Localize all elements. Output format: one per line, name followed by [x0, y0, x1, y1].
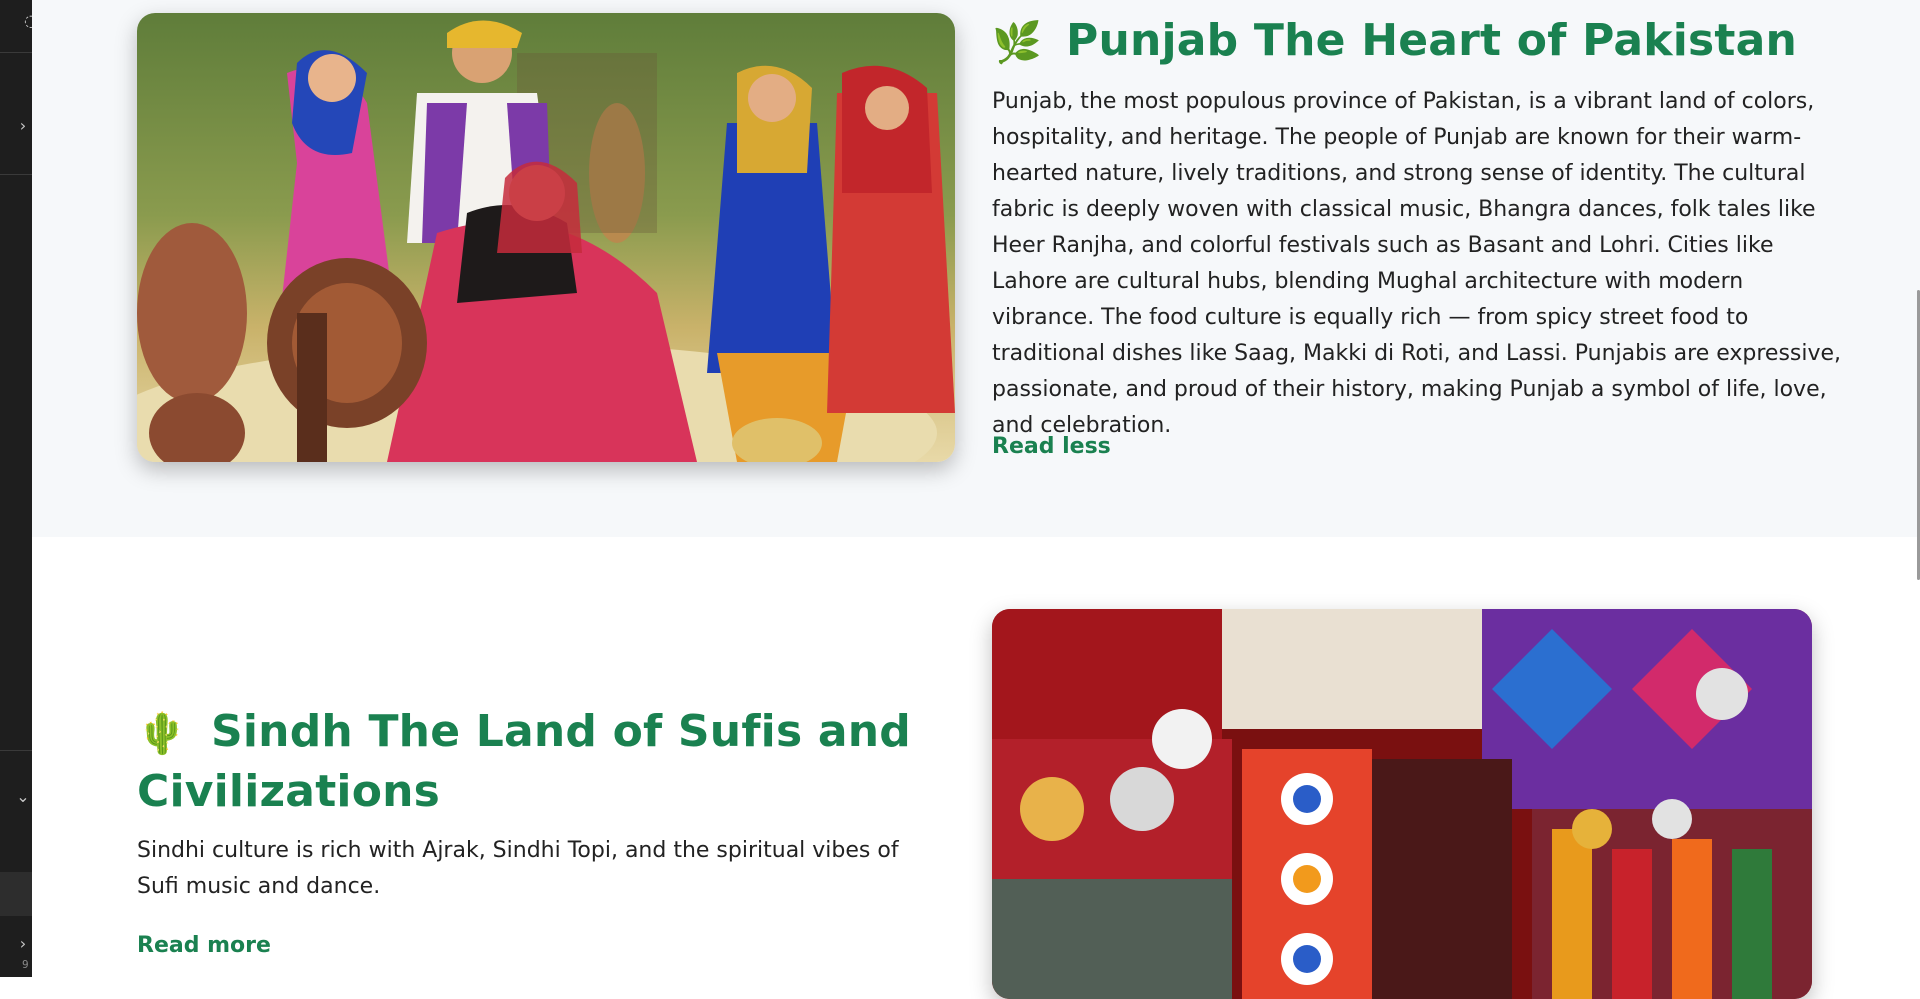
- gutter-divider: [0, 174, 32, 175]
- punjab-read-less-link[interactable]: Read less: [992, 434, 1111, 459]
- expand-chevron-right-icon[interactable]: ›: [16, 936, 30, 952]
- editor-gutter: ◌ › ⌄ › 9: [0, 0, 38, 977]
- punjab-section: 🌿 Punjab The Heart of Pakistan Punjab, th…: [32, 0, 1920, 537]
- punjab-title-text: Punjab The Heart of Pakistan: [1066, 15, 1798, 66]
- sindh-description: Sindhi culture is rich with Ajrak, Sindh…: [137, 838, 899, 899]
- gutter-highlight: [0, 872, 32, 916]
- desert-cactus-icon: 🌵: [137, 711, 188, 757]
- sindh-title: 🌵 Sindh The Land of Sufis and Civilizatio…: [137, 703, 917, 821]
- sindh-section: 🌵 Sindh The Land of Sufis and Civilizatio…: [32, 537, 1920, 999]
- punjab-image: [137, 13, 955, 462]
- sindh-read-more-link[interactable]: Read more: [137, 933, 271, 958]
- sindh-title-text: Sindh The Land of Sufis and Civilization…: [137, 706, 911, 817]
- punjab-title: 🌿 Punjab The Heart of Pakistan: [992, 12, 1892, 72]
- sindh-textiles-illustration: [992, 609, 1812, 999]
- collapse-chevron-down-icon[interactable]: ⌄: [16, 789, 30, 805]
- line-number: 9: [22, 958, 29, 971]
- punjab-description: Punjab, the most populous province of Pa…: [992, 89, 1842, 438]
- scrollbar-track[interactable]: [1916, 0, 1920, 977]
- expand-chevron-right-icon[interactable]: ›: [16, 118, 30, 134]
- sindh-image: [992, 609, 1812, 999]
- gutter-divider: [0, 52, 32, 53]
- gutter-divider: [0, 750, 32, 751]
- herb-icon: 🌿: [992, 20, 1043, 66]
- punjab-dancers-illustration: [137, 13, 955, 462]
